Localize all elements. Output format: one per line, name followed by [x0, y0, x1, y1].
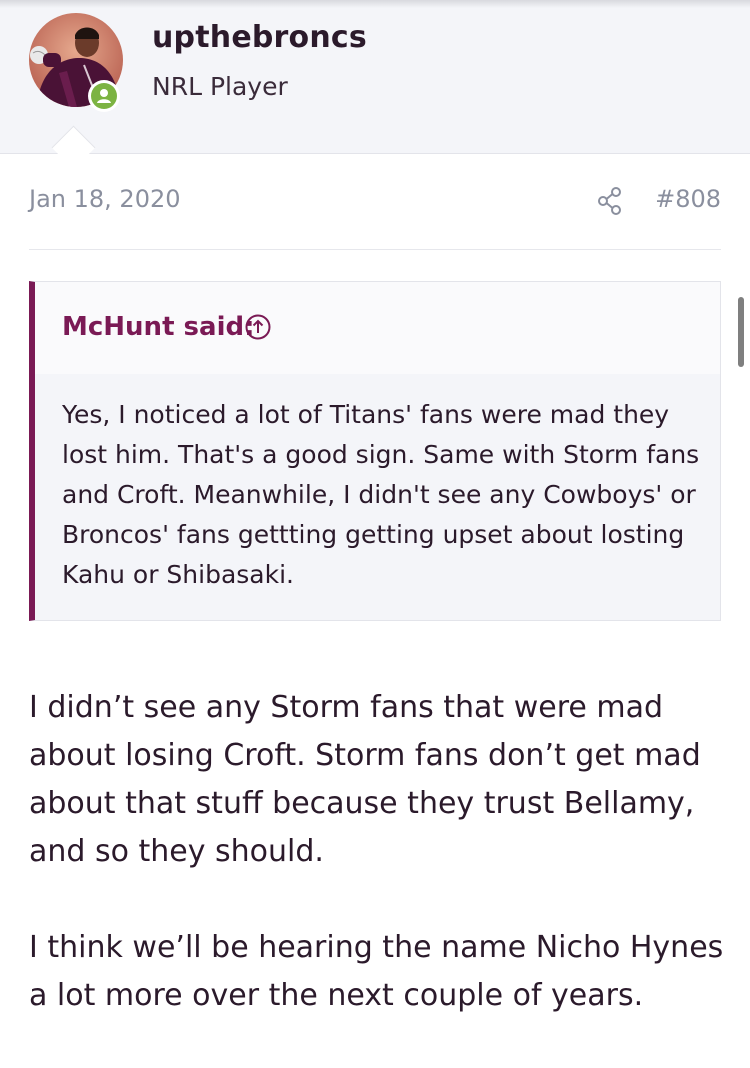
- quote-block: McHunt said: Yes, I noticed a lot of Tit…: [29, 281, 721, 621]
- post-date[interactable]: Jan 18, 2020: [29, 185, 181, 213]
- user-title: NRL Player: [152, 72, 288, 101]
- post-paragraph: I didn’t see any Storm fans that were ma…: [29, 690, 701, 869]
- meta-divider: [29, 249, 721, 250]
- quote-text: Yes, I noticed a lot of Titans' fans wer…: [62, 400, 700, 589]
- post-meta: Jan 18, 2020 #808: [29, 183, 721, 223]
- post-paragraph: I think we’ll be hearing the name Nicho …: [29, 930, 724, 1013]
- share-icon[interactable]: [597, 186, 623, 220]
- post-body: I didn’t see any Storm fans that were ma…: [29, 684, 729, 1068]
- quote-header: McHunt said:: [35, 282, 720, 374]
- quote-author[interactable]: McHunt said:: [62, 312, 255, 342]
- post-number-link[interactable]: #808: [655, 185, 721, 213]
- user-status-icon: [91, 83, 117, 109]
- top-shadow: [0, 0, 750, 8]
- user-header: upthebroncs NRL Player: [0, 0, 750, 154]
- arrow-up-circle-icon[interactable]: [245, 314, 271, 344]
- online-status-badge: [88, 80, 120, 112]
- scrollbar[interactable]: [738, 297, 744, 367]
- username[interactable]: upthebroncs: [152, 20, 367, 55]
